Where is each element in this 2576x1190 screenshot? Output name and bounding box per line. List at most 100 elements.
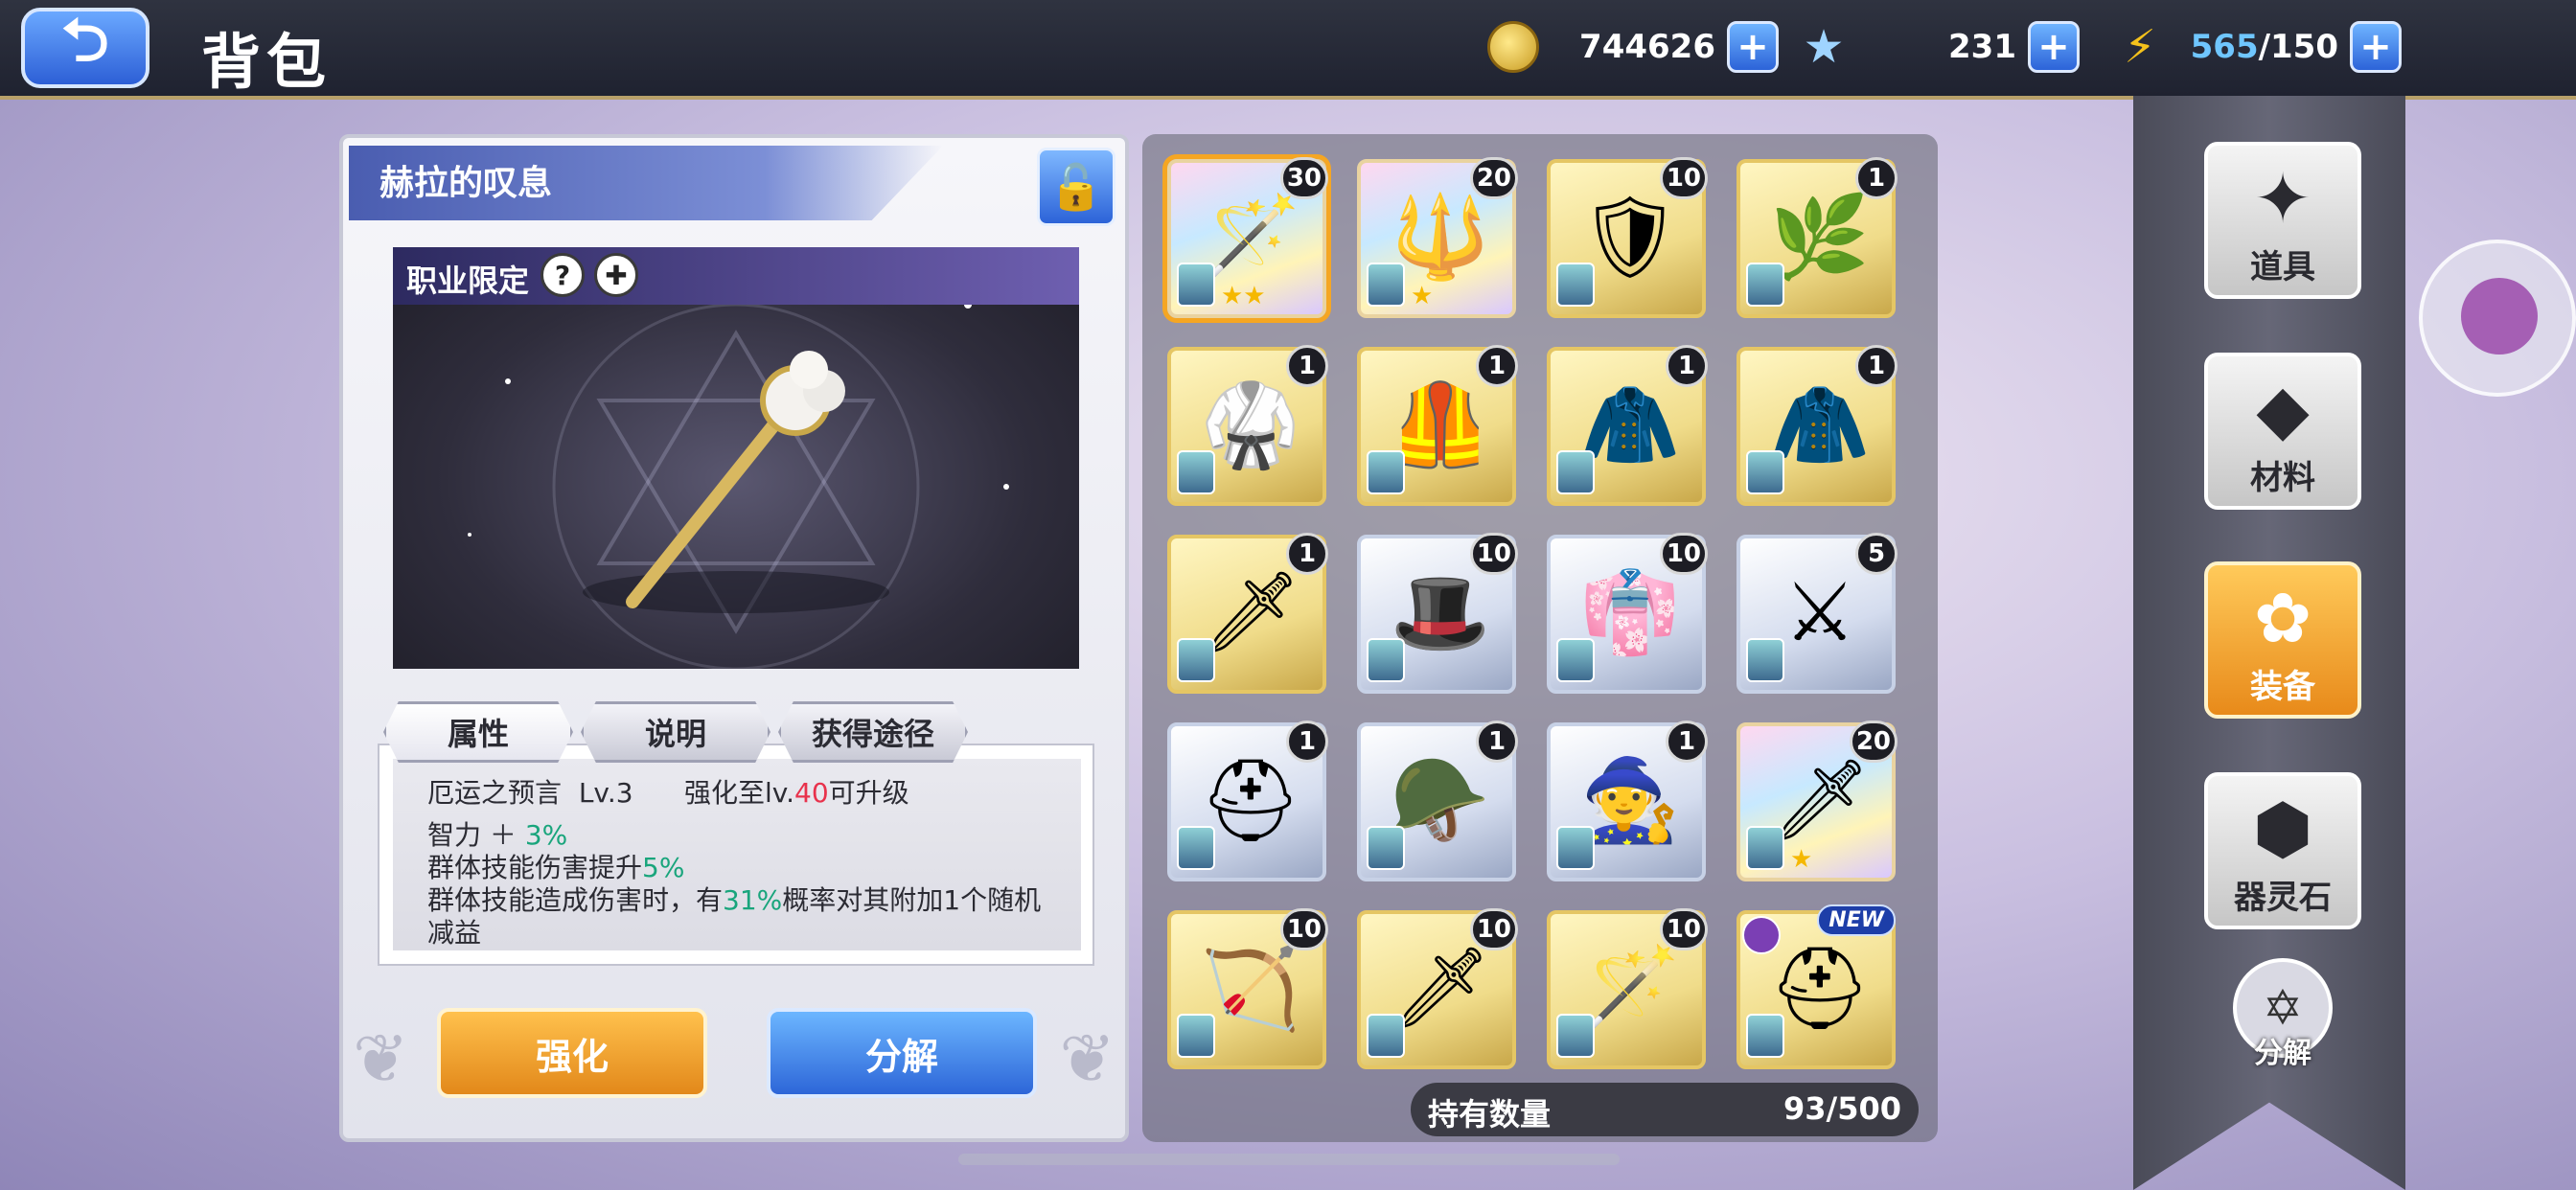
item-count-badge: 1 — [1476, 721, 1518, 763]
item-slot[interactable]: 🗡 1 — [1167, 533, 1328, 694]
decompose-button[interactable]: 分解 — [767, 1008, 1037, 1098]
lock-button[interactable]: 🔓 — [1037, 148, 1116, 226]
item-slot[interactable]: 👘 10 — [1547, 533, 1708, 694]
hero-portrait-icon — [1177, 450, 1215, 494]
hero-portrait-icon — [1556, 638, 1595, 682]
stamina-current: 565 — [2190, 28, 2259, 66]
star-rating: ★ — [1790, 845, 1813, 874]
item-count-badge: 1 — [1286, 345, 1328, 387]
stat-debuff: 群体技能造成伤害时，有31%概率对其附加1个随机 — [427, 884, 1042, 916]
hero-portrait-icon — [1177, 1014, 1215, 1058]
star-icon: ★ — [1803, 20, 1845, 74]
hero-portrait-icon — [1367, 826, 1405, 870]
item-count-badge: 10 — [1469, 908, 1518, 950]
star-value: 231 — [1948, 28, 2016, 66]
upgrade-prefix: 强化至lv. — [683, 777, 795, 809]
page-title: 背包 — [201, 27, 333, 97]
category-spirit-stones[interactable]: ⬢ 器灵石 — [2204, 772, 2361, 929]
item-slot[interactable]: 🗡 10 — [1357, 908, 1518, 1069]
upgrade-level: 40 — [794, 777, 829, 809]
add-stamina-button[interactable]: + — [2350, 21, 2402, 73]
item-slot[interactable]: 🔱 ★ 20 — [1357, 157, 1518, 318]
item-slot[interactable]: 🛡 10 — [1547, 157, 1708, 318]
corner-ornament: ❦ — [1059, 1019, 1116, 1098]
item-count-badge: 10 — [1659, 533, 1708, 575]
back-button[interactable]: ⮌ — [21, 5, 150, 88]
class-help-icon[interactable]: ? — [540, 253, 585, 297]
gold-value: 744626 — [1579, 28, 1715, 66]
item-slot[interactable]: ⛑ NEW — [1736, 904, 1896, 1069]
skill-line: 厄运之预言 Lv.3 强化至lv.40可升级 — [427, 772, 909, 811]
item-slot[interactable]: 🥋 1 — [1167, 345, 1328, 506]
item-slot[interactable]: ⛑ 1 — [1167, 721, 1328, 881]
item-count-badge: 30 — [1279, 157, 1328, 199]
item-slot[interactable]: 🪖 1 — [1357, 721, 1518, 881]
item-slot[interactable]: 🦺 1 — [1357, 345, 1518, 506]
item-count-badge: 10 — [1469, 533, 1518, 575]
stat-debuff-value: 31% — [723, 884, 783, 916]
item-slot[interactable]: 🗡 ★ 20 — [1736, 721, 1898, 881]
item-slot[interactable]: 🪄 10 — [1547, 908, 1708, 1069]
star-rating: ★ — [1411, 282, 1434, 310]
hero-portrait-icon — [1367, 450, 1405, 494]
class-restriction-label: 职业限定 — [406, 263, 530, 299]
item-detail-panel: 赫拉的叹息 🔓 职业限定 ? ✚ 厄运之预言 Lv.3 强化至lv.40可升级 … — [339, 134, 1129, 1142]
category-materials[interactable]: ◆ 材料 — [2204, 353, 2361, 510]
stat-debuff-line2: 减益 — [427, 917, 482, 949]
tab-description[interactable]: 说明 — [581, 701, 770, 763]
stamina-max: /150 — [2258, 28, 2338, 66]
hero-portrait-icon — [1556, 1014, 1595, 1058]
stamina-resource: ⚡ 565/150 + — [2110, 17, 2402, 77]
item-preview: 职业限定 ? ✚ — [393, 247, 1079, 669]
item-slot[interactable]: 🧥 1 — [1547, 345, 1708, 506]
category-items[interactable]: ✦ 道具 — [2204, 142, 2361, 299]
item-slot[interactable]: 🪄 ★★ 30 — [1167, 157, 1328, 318]
hero-portrait-icon — [1367, 263, 1405, 307]
back-arrow-icon: ⮌ — [61, 4, 109, 75]
item-count-badge: 10 — [1659, 157, 1708, 199]
item-count-badge: 10 — [1659, 908, 1708, 950]
materials-category-icon: ◆ — [2256, 369, 2310, 449]
hero-portrait-icon — [1556, 263, 1595, 307]
inventory-count-value: 93/500 — [1782, 1090, 1901, 1127]
upgrade-suffix: 可升级 — [828, 777, 909, 809]
mascot-avatar-icon — [2461, 278, 2538, 355]
category-label: 道具 — [2250, 248, 2315, 286]
item-name: 赫拉的叹息 — [380, 164, 553, 203]
lightning-icon: ⚡ — [2124, 20, 2156, 74]
set-icon — [1742, 916, 1781, 954]
hero-portrait-icon — [1367, 1014, 1405, 1058]
inventory-count-label: 持有数量 — [1428, 1096, 1552, 1133]
item-slot[interactable]: ⚔ 5 — [1736, 533, 1898, 694]
item-slot[interactable]: 🎩 10 — [1357, 533, 1518, 694]
home-indicator — [958, 1154, 1620, 1165]
hero-portrait-icon — [1177, 826, 1215, 870]
item-slot[interactable]: 🧥 1 — [1736, 345, 1898, 506]
category-label: 材料 — [2250, 459, 2315, 497]
hero-portrait-icon — [1746, 450, 1784, 494]
item-count-badge: 1 — [1286, 721, 1328, 763]
item-count-badge: 10 — [1279, 908, 1328, 950]
add-gold-button[interactable]: + — [1727, 21, 1779, 73]
tab-attributes[interactable]: 属性 — [383, 701, 573, 763]
enhance-button[interactable]: 强化 — [437, 1008, 707, 1098]
add-star-button[interactable]: + — [2028, 21, 2080, 73]
stamina-value: 565/150 — [2170, 28, 2350, 66]
item-slot[interactable]: 🧙 1 — [1547, 721, 1708, 881]
item-count-badge: 1 — [1855, 157, 1898, 199]
item-slot[interactable]: 🏹 10 — [1167, 908, 1328, 1069]
hero-portrait-icon — [1746, 826, 1784, 870]
corner-ornament: ❦ — [353, 1019, 409, 1098]
item-slot[interactable]: 🌿 1 — [1736, 157, 1898, 318]
hero-portrait-icon — [1177, 263, 1215, 307]
item-count-badge: 5 — [1855, 533, 1898, 575]
mascot-assistant-button[interactable] — [2419, 240, 2576, 397]
stats-box: 厄运之预言 Lv.3 强化至lv.40可升级 智力 ＋ 3% 群体技能伤害提升5… — [378, 744, 1094, 966]
hero-portrait-icon — [1556, 450, 1595, 494]
category-equipment[interactable]: ✿ 装备 — [2204, 561, 2361, 719]
hero-portrait-icon — [1746, 1014, 1784, 1058]
hero-portrait-icon — [1556, 826, 1595, 870]
tab-sources[interactable]: 获得途径 — [778, 701, 968, 763]
category-label: 装备 — [2250, 668, 2315, 706]
item-count-badge: 20 — [1849, 721, 1898, 763]
